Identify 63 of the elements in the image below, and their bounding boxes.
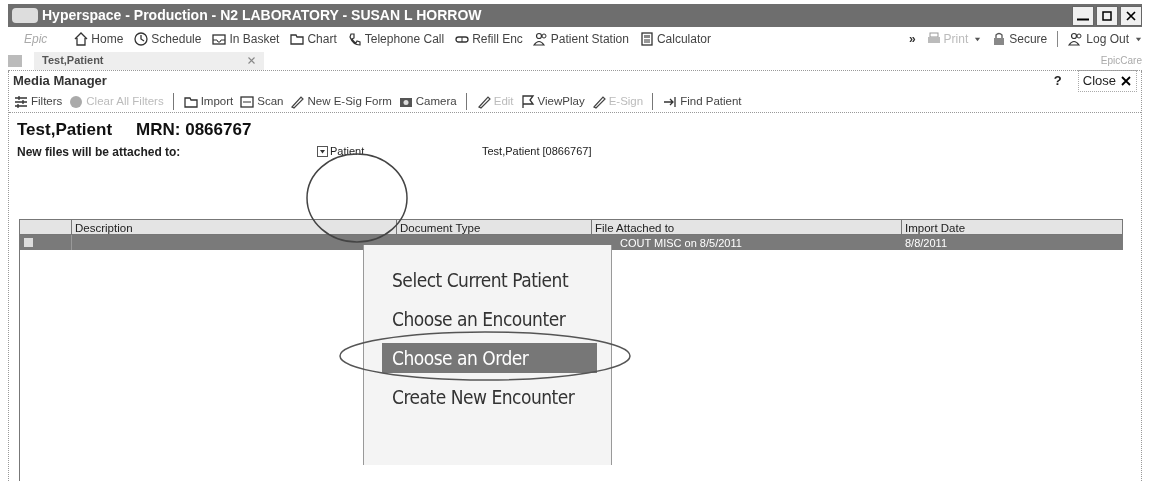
toolbar-button[interactable]: Log Out — [1068, 30, 1142, 48]
toolbar-button[interactable]: Filters — [13, 92, 63, 111]
menu-item[interactable]: Choose an Order — [382, 343, 597, 373]
column-header[interactable]: File Attached to — [592, 220, 902, 234]
folder-icon — [289, 31, 306, 47]
maximize-icon — [1101, 9, 1113, 22]
caret-icon — [317, 146, 328, 157]
caret-icon — [974, 35, 982, 43]
activity-title: Media Manager — [13, 72, 107, 91]
toolbar-button[interactable]: Import — [182, 92, 234, 111]
mrn-label: MRN: 0866767 — [136, 119, 252, 141]
people-icon — [532, 31, 549, 47]
toolbar-button[interactable]: Home — [73, 30, 124, 48]
attach-label: New files will be attached to: — [17, 143, 182, 161]
toolbar-button[interactable]: ViewPlay — [519, 92, 585, 111]
clock-icon — [133, 31, 150, 47]
help-button[interactable]: ? — [1045, 71, 1070, 91]
toolbar-button[interactable]: Camera — [397, 92, 467, 111]
patient-name: Test,Patient — [17, 119, 113, 141]
close-icon — [1120, 75, 1132, 87]
caret-icon — [1135, 35, 1142, 43]
app-logo-icon — [12, 8, 38, 23]
menu-item[interactable]: Select Current Patient — [382, 265, 597, 295]
toolbar-button[interactable]: Secure — [991, 30, 1048, 48]
toolbar-button[interactable]: Telephone Call — [346, 30, 445, 48]
house-icon — [73, 31, 90, 47]
minimize-button[interactable] — [1072, 5, 1094, 26]
toolbar-button[interactable]: Scan — [239, 92, 284, 111]
people-icon — [1068, 31, 1085, 47]
maximize-button[interactable] — [1096, 5, 1118, 26]
scanner-icon — [239, 93, 256, 110]
toolbar-button[interactable]: New E-Sig Form — [289, 92, 392, 111]
close-button[interactable] — [1120, 5, 1142, 26]
close-button[interactable]: Close — [1077, 70, 1137, 92]
phone-icon — [346, 31, 363, 47]
overflow-button[interactable]: » — [908, 30, 916, 48]
table-cell: 8/8/2011 — [905, 237, 947, 249]
close-tab-icon — [247, 56, 256, 65]
window-title: Hyperspace - Production - N2 LABORATORY - SUSAN L HORROW — [42, 6, 482, 25]
column-header[interactable]: Description — [72, 220, 397, 234]
toolbar-button[interactable]: Patient Station — [532, 30, 629, 48]
table-cell: COUT MISC on 8/5/2011 — [620, 237, 742, 249]
toolbar-button[interactable]: Find Patient — [662, 92, 742, 111]
filter-icon — [13, 93, 29, 110]
minimize-icon — [1077, 18, 1089, 21]
disc-icon — [68, 93, 85, 110]
toolbar-button[interactable]: Schedule — [133, 30, 202, 48]
app-name: EpicCare — [1100, 54, 1142, 68]
close-icon — [1125, 9, 1137, 22]
menu-item[interactable]: Create New Encounter — [382, 382, 597, 412]
toolbar-button[interactable]: Calculator — [638, 30, 711, 48]
column-header[interactable]: Document Type — [397, 220, 592, 234]
calculator-icon — [638, 31, 655, 47]
menu-item[interactable]: Choose an Encounter — [382, 304, 597, 334]
tray-icon — [211, 31, 228, 47]
column-header[interactable]: Import Date — [902, 220, 1123, 234]
toolbar-button[interactable]: Refill Enc — [454, 30, 523, 48]
workspace-tab[interactable]: Test,Patient — [34, 51, 264, 70]
attach-value: Test,Patient [0866767] — [482, 144, 592, 160]
flag-icon — [519, 93, 536, 110]
table-row[interactable]: COUT MISC on 8/5/2011 8/8/2011 — [20, 235, 1123, 250]
toolbar-button[interactable]: Chart — [289, 30, 337, 48]
toolbar-button[interactable]: In Basket — [211, 30, 280, 48]
